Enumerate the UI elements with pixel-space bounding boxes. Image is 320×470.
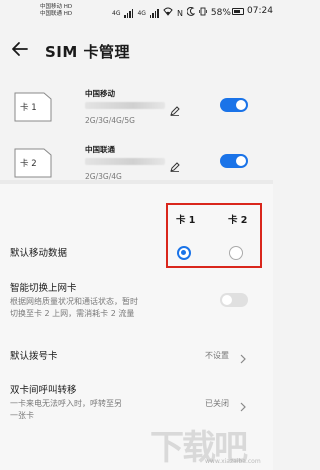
sim-1-toggle[interactable] bbox=[220, 98, 248, 112]
chevron-right-icon bbox=[239, 349, 247, 364]
default-data-radio-card-1[interactable] bbox=[177, 246, 191, 260]
vibrate-icon bbox=[199, 7, 207, 19]
call-forward-value: 已关闭 bbox=[205, 399, 229, 408]
toggle-knob bbox=[236, 100, 246, 110]
call-forward-desc-1: 一卡来电无法呼入时，呼转至另 bbox=[10, 399, 122, 408]
default-dial-value: 不设置 bbox=[205, 351, 229, 360]
sim-phone-number-redacted bbox=[85, 102, 165, 109]
smart-switch-desc-1: 根据网络质量状况和通话状态，暂时 bbox=[10, 297, 138, 306]
smart-switch-title: 智能切换上网卡 bbox=[10, 283, 77, 294]
call-forward-title: 双卡间呼叫转移 bbox=[10, 385, 77, 396]
moon-icon bbox=[186, 6, 196, 19]
chevron-right-icon bbox=[239, 397, 247, 412]
back-arrow-icon[interactable] bbox=[11, 40, 29, 58]
wifi-icon bbox=[163, 7, 173, 19]
battery-icon bbox=[232, 8, 244, 15]
default-data-label: 默认移动数据 bbox=[10, 248, 68, 259]
status-time: 07:24 bbox=[247, 6, 273, 16]
sim-slot-label: 卡 1 bbox=[20, 103, 37, 113]
status-icons: 4G 4G N 58% bbox=[112, 6, 231, 19]
app-header: SIM 卡管理 bbox=[0, 30, 273, 70]
sim-carrier-name: 中国联通 bbox=[85, 145, 115, 154]
column-header-card-2: 卡 2 bbox=[228, 215, 248, 226]
carrier-stack: 中国移动 HD 中国联通 HD bbox=[40, 4, 72, 18]
sim-carrier-name: 中国移动 bbox=[85, 89, 115, 98]
page-title: SIM 卡管理 bbox=[45, 43, 131, 61]
watermark-url: www.xiazaiba.com bbox=[205, 458, 261, 465]
battery-percent: 58% bbox=[210, 8, 231, 18]
carrier-1: 中国移动 HD bbox=[40, 4, 73, 10]
column-header-card-1: 卡 1 bbox=[176, 215, 196, 226]
sim-2-toggle[interactable] bbox=[220, 154, 248, 168]
sim-slot-label: 卡 2 bbox=[20, 159, 37, 169]
nfc-icon: N bbox=[176, 8, 183, 18]
default-data-radio-card-2[interactable] bbox=[229, 246, 243, 260]
carrier-2: 中国联通 HD bbox=[40, 11, 73, 17]
sim-network-types: 2G/3G/4G/5G bbox=[85, 116, 135, 125]
status-bar: 中国移动 HD 中国联通 HD 4G 4G N 58% 07:24 bbox=[0, 0, 273, 24]
toggle-knob bbox=[236, 156, 246, 166]
signal-1-icon bbox=[124, 8, 134, 18]
edit-pencil-icon[interactable] bbox=[170, 101, 180, 116]
signal-2-icon bbox=[149, 8, 159, 18]
toggle-knob bbox=[222, 295, 232, 305]
edit-pencil-icon[interactable] bbox=[170, 157, 180, 172]
network-type-2: 4G bbox=[137, 9, 146, 17]
smart-switch-toggle[interactable] bbox=[220, 293, 248, 307]
network-type-1: 4G bbox=[112, 9, 121, 17]
smart-switch-desc-2: 切换至卡 2 上网，需消耗卡 2 流量 bbox=[10, 309, 135, 318]
sim-card-row-1: 卡 1 中国移动 2G/3G/4G/5G bbox=[0, 86, 273, 144]
default-dial-title: 默认拨号卡 bbox=[10, 351, 58, 362]
call-forward-desc-2: 一张卡 bbox=[10, 411, 34, 420]
sim-phone-number-redacted bbox=[85, 158, 165, 165]
